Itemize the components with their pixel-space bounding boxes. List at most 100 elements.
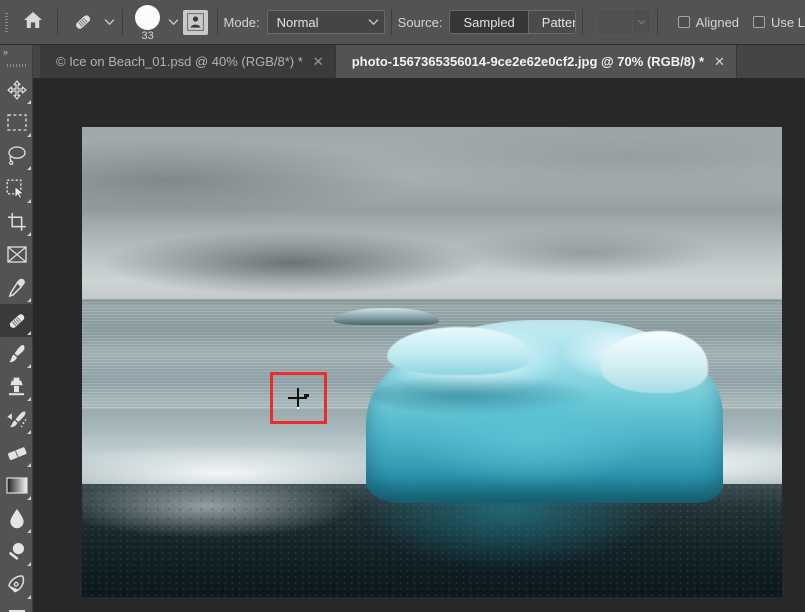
sky-region <box>82 127 782 301</box>
divider-3 <box>216 9 218 35</box>
gradient-tool[interactable] <box>0 469 33 502</box>
pen-tool[interactable] <box>0 568 33 601</box>
photoshop-window: 33 Mode: Normal Source: Sampled Patte Al… <box>0 0 805 612</box>
gradient-icon <box>5 477 28 494</box>
mode-select[interactable]: Normal <box>266 10 385 34</box>
home-icon <box>22 9 44 36</box>
clone-source-panel-button[interactable] <box>180 0 211 45</box>
close-icon[interactable]: ✕ <box>714 55 725 68</box>
tool-flyout-indicator <box>27 496 31 500</box>
home-button[interactable] <box>14 0 51 45</box>
brush-tool[interactable] <box>0 337 33 370</box>
drag-grip-icon[interactable] <box>0 59 32 73</box>
history-brush-tool[interactable] <box>0 403 33 436</box>
tab-photo-1567365356014[interactable]: photo-1567365356014-9ce2e62e0cf2.jpg @ 7… <box>335 45 737 78</box>
crop-tool[interactable] <box>0 205 33 238</box>
marquee-icon <box>6 114 27 131</box>
quick-selection-icon <box>6 179 27 199</box>
aligned-checkbox[interactable]: Aligned <box>677 14 740 30</box>
eraser-icon <box>6 444 28 462</box>
iceberg-shadow <box>372 374 594 415</box>
tool-flyout-indicator <box>27 529 31 533</box>
mode-label: Mode: <box>223 14 260 30</box>
blur-droplet-icon <box>9 508 25 529</box>
healing-brush-tool[interactable] <box>0 304 33 337</box>
tool-flyout-indicator <box>27 397 31 401</box>
chevron-down-icon <box>368 13 379 31</box>
use-legacy-checkbox[interactable]: Use L <box>753 15 805 30</box>
close-icon[interactable]: ✕ <box>313 55 324 68</box>
dodge-icon <box>6 541 27 562</box>
eyedropper-icon <box>6 277 27 298</box>
document-tab-bar: © Ice on Beach_01.psd @ 40% (RGB/8*) * ✕… <box>0 45 805 78</box>
eyedropper-tool[interactable] <box>0 271 33 304</box>
move-icon <box>6 79 27 100</box>
frame-tool[interactable] <box>0 238 33 271</box>
checkbox-box-icon <box>677 16 690 28</box>
mode-value: Normal <box>276 14 319 30</box>
brush-size-value: 33 <box>141 29 154 42</box>
tools-panel: » <box>0 45 33 612</box>
source-pattern-button[interactable]: Pattern <box>527 11 575 33</box>
clone-source-panel-icon <box>182 9 208 35</box>
pattern-swatch <box>597 10 632 34</box>
move-tool[interactable] <box>0 73 33 106</box>
divider-1 <box>57 9 59 35</box>
document-workspace[interactable] <box>33 78 805 612</box>
rectangular-marquee-tool[interactable] <box>0 106 33 139</box>
brush-icon <box>6 343 27 364</box>
brush-circle-icon <box>135 4 161 30</box>
tool-flyout-indicator <box>27 166 31 170</box>
source-sampled-button[interactable]: Sampled <box>450 11 528 33</box>
aligned-label: Aligned <box>695 14 740 30</box>
clone-stamp-tool[interactable] <box>0 370 33 403</box>
chevron-down-icon <box>168 18 179 26</box>
divider-5 <box>581 9 583 35</box>
tool-flyout-indicator <box>27 430 31 434</box>
type-tool[interactable] <box>0 601 33 612</box>
tab-ice-on-beach[interactable]: © Ice on Beach_01.psd @ 40% (RGB/8*) * ✕ <box>40 45 336 78</box>
type-icon <box>8 609 26 612</box>
tool-flyout-indicator <box>27 595 31 599</box>
options-bar-grip[interactable] <box>0 0 14 45</box>
pattern-picker[interactable] <box>596 9 651 35</box>
use-legacy-label: Use L <box>771 14 805 30</box>
crop-icon <box>7 212 27 232</box>
tool-preset-picker[interactable] <box>64 0 102 45</box>
source-segmented-control: Sampled Pattern <box>449 10 576 34</box>
eraser-tool[interactable] <box>0 436 33 469</box>
history-brush-icon <box>6 409 28 430</box>
blur-tool[interactable] <box>0 502 33 535</box>
image-canvas[interactable] <box>82 127 782 597</box>
iceberg <box>365 319 723 503</box>
dodge-tool[interactable] <box>0 535 33 568</box>
checkbox-box-icon <box>753 16 766 28</box>
healing-brush-icon <box>5 309 29 333</box>
tab-title: © Ice on Beach_01.psd @ 40% (RGB/8*) * <box>56 54 303 69</box>
tool-flyout-indicator <box>27 364 31 368</box>
pen-icon <box>6 574 27 595</box>
object-selection-tool[interactable] <box>0 172 33 205</box>
tool-preset-chevron[interactable] <box>102 0 116 45</box>
tool-flyout-indicator <box>27 298 31 302</box>
clone-stamp-icon <box>6 376 27 397</box>
iceberg-crest-left <box>386 327 530 375</box>
pattern-chevron[interactable] <box>631 10 650 34</box>
tab-title: photo-1567365356014-9ce2e62e0cf2.jpg @ 7… <box>351 54 704 69</box>
lasso-icon <box>6 145 27 166</box>
tool-flyout-indicator <box>27 463 31 467</box>
tool-flyout-indicator <box>27 232 31 236</box>
brush-picker-chevron[interactable] <box>166 0 180 45</box>
tool-flyout-indicator <box>27 562 31 566</box>
healing-brush-icon <box>68 7 98 37</box>
chevron-down-icon <box>104 18 115 26</box>
source-label: Source: <box>397 14 443 30</box>
toolbar-expand-button[interactable]: » <box>0 45 32 59</box>
divider-2 <box>121 9 123 35</box>
tool-options-bar: 33 Mode: Normal Source: Sampled Patte Al… <box>0 0 805 45</box>
tool-flyout-indicator <box>27 199 31 203</box>
tool-flyout-indicator <box>27 100 31 104</box>
brush-preset-picker[interactable]: 33 <box>129 0 166 45</box>
lasso-tool[interactable] <box>0 139 33 172</box>
wet-sand-reflection <box>362 493 656 569</box>
